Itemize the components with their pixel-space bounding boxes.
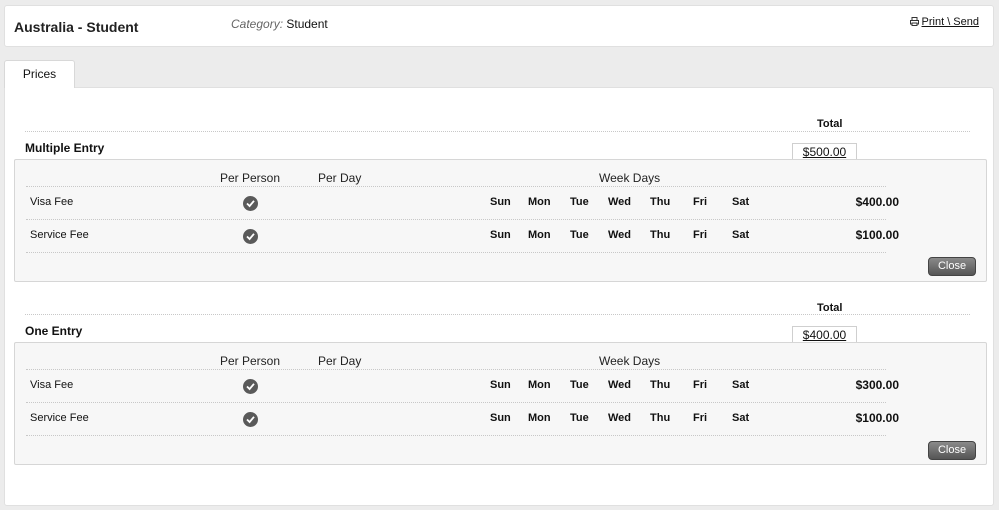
col-per-day: Per Day xyxy=(318,171,362,185)
total-label: Total xyxy=(817,118,843,130)
col-week-days: Week Days xyxy=(599,171,661,185)
day-sun: Sun xyxy=(490,196,511,208)
fee-name: Visa Fee xyxy=(30,379,74,391)
table-row: Visa Fee Sun Mon Tue Wed Thu Fri Sat $40… xyxy=(26,186,899,219)
print-send-link[interactable]: Print \ Send xyxy=(909,16,979,28)
fee-amount: $300.00 xyxy=(855,378,899,392)
day-tue: Tue xyxy=(570,229,589,241)
fee-name: Service Fee xyxy=(30,412,89,424)
day-fri: Fri xyxy=(693,229,708,241)
day-sun: Sun xyxy=(490,229,511,241)
category-label: Category: xyxy=(231,17,284,31)
day-sat: Sat xyxy=(732,412,750,424)
day-mon: Mon xyxy=(528,412,551,424)
total-value[interactable]: $400.00 xyxy=(792,326,857,343)
table-row: Service Fee Sun Mon Tue Wed Thu Fri Sat … xyxy=(26,402,899,436)
day-sun: Sun xyxy=(490,412,511,424)
day-wed: Wed xyxy=(608,379,632,391)
day-sat: Sat xyxy=(732,379,750,391)
page-header: Australia - Student Category: Student Pr… xyxy=(4,5,994,47)
fee-amount: $100.00 xyxy=(855,228,899,242)
close-button[interactable]: Close xyxy=(928,441,976,460)
checkmark-icon xyxy=(243,196,258,211)
day-sun: Sun xyxy=(490,379,511,391)
col-week-days: Week Days xyxy=(599,354,661,368)
day-fri: Fri xyxy=(693,379,708,391)
price-table: Per Person Per Day Week Days Visa Fee Su… xyxy=(14,342,987,465)
fee-name: Visa Fee xyxy=(30,196,74,208)
day-sat: Sat xyxy=(732,196,750,208)
fee-amount: $400.00 xyxy=(855,195,899,209)
fee-amount: $100.00 xyxy=(855,411,899,425)
divider xyxy=(25,131,970,132)
total-value[interactable]: $500.00 xyxy=(792,143,857,160)
day-thu: Thu xyxy=(650,412,671,424)
close-button[interactable]: Close xyxy=(928,257,976,276)
day-wed: Wed xyxy=(608,229,632,241)
table-row: Visa Fee Sun Mon Tue Wed Thu Fri Sat $30… xyxy=(26,369,899,402)
section-title: One Entry xyxy=(25,324,83,338)
day-mon: Mon xyxy=(528,196,551,208)
day-wed: Wed xyxy=(608,412,632,424)
day-mon: Mon xyxy=(528,379,551,391)
fee-name: Service Fee xyxy=(30,229,89,241)
checkmark-icon xyxy=(243,412,258,427)
printer-icon xyxy=(909,17,919,26)
table-row: Service Fee Sun Mon Tue Wed Thu Fri Sat … xyxy=(26,219,899,253)
tab-prices[interactable]: Prices xyxy=(4,60,75,88)
section-title: Multiple Entry xyxy=(25,141,105,155)
category-info: Category: Student xyxy=(231,17,328,31)
day-thu: Thu xyxy=(650,229,671,241)
day-fri: Fri xyxy=(693,412,708,424)
day-tue: Tue xyxy=(570,412,589,424)
category-value: Student xyxy=(286,17,328,31)
divider xyxy=(25,314,970,315)
prices-panel: Total Multiple Entry $500.00 Per Person … xyxy=(4,87,994,506)
total-label: Total xyxy=(817,302,843,314)
checkmark-icon xyxy=(243,229,258,244)
col-per-person: Per Person xyxy=(220,171,281,185)
page-title: Australia - Student xyxy=(14,19,139,35)
day-thu: Thu xyxy=(650,196,671,208)
day-sat: Sat xyxy=(732,229,750,241)
day-thu: Thu xyxy=(650,379,671,391)
print-send-label: Print \ Send xyxy=(921,16,979,28)
checkmark-icon xyxy=(243,379,258,394)
col-per-person: Per Person xyxy=(220,354,281,368)
day-tue: Tue xyxy=(570,196,589,208)
day-tue: Tue xyxy=(570,379,589,391)
price-table: Per Person Per Day Week Days Visa Fee Su… xyxy=(14,159,987,282)
col-per-day: Per Day xyxy=(318,354,362,368)
day-fri: Fri xyxy=(693,196,708,208)
day-mon: Mon xyxy=(528,229,551,241)
day-wed: Wed xyxy=(608,196,632,208)
